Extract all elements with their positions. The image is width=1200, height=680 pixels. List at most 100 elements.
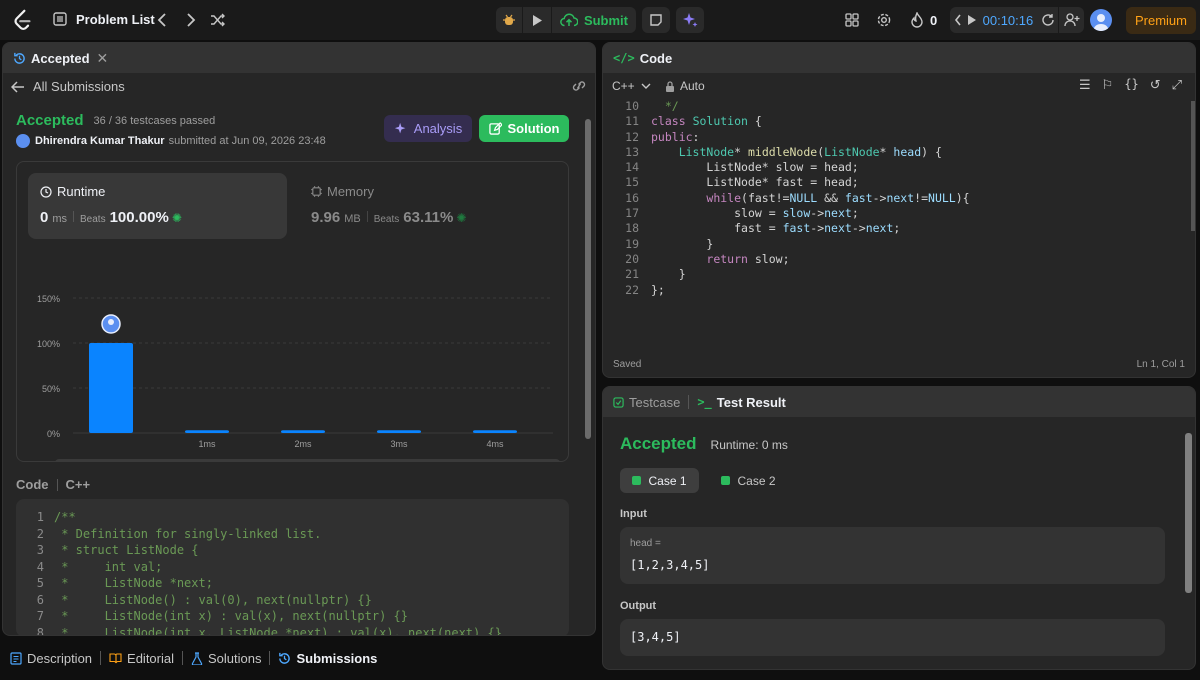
auto-mode-label: Auto <box>680 79 705 93</box>
code-line: 10 */ <box>625 99 679 113</box>
case-1-tab[interactable]: Case 1 <box>620 468 699 493</box>
memory-beats-label: Beats <box>373 214 400 225</box>
code-label: Code <box>16 477 49 492</box>
problem-list-link[interactable]: Problem List <box>52 11 155 27</box>
code-line: 15 ListNode* fast = head; <box>625 175 859 190</box>
tab-testcase[interactable]: Testcase <box>613 395 680 410</box>
timer-play-icon[interactable] <box>965 7 978 33</box>
streak-counter[interactable]: 0 <box>910 12 937 28</box>
runtime-beats-label: Beats <box>80 214 106 225</box>
settings-gear-icon[interactable] <box>876 12 892 28</box>
tab-testcase-label: Testcase <box>629 394 681 410</box>
code-line: 11 class Solution { <box>625 114 762 129</box>
runtime-card[interactable]: Runtime 0 ms Beats 100.00% ✺ <box>28 173 287 239</box>
input-label: Input <box>620 508 647 520</box>
memory-card[interactable]: Memory 9.96 MB Beats 63.11% ✺ <box>299 173 499 239</box>
lock-icon <box>666 80 674 92</box>
link-icon[interactable] <box>571 79 587 96</box>
code-line: 17 slow = slow->next; <box>625 206 859 221</box>
timer-reset-icon[interactable] <box>1037 7 1058 33</box>
code-line: 8 * ListNode(int x, ListNode *next) : va… <box>16 625 569 636</box>
x-tick-label: 4ms <box>486 439 504 449</box>
code-line: 4 * int val; <box>16 559 569 576</box>
code-text: * ListNode *next; <box>54 576 213 590</box>
case-2-tab[interactable]: Case 2 <box>709 468 788 493</box>
prev-problem-icon[interactable] <box>154 11 170 29</box>
tab-solutions[interactable]: Solutions <box>183 651 269 666</box>
clap-icon: ✺ <box>171 211 182 225</box>
avatar[interactable] <box>1090 9 1112 31</box>
submit-button[interactable]: Submit <box>552 13 636 28</box>
line-number: 8 <box>36 625 44 636</box>
memory-value: 9.96 <box>311 209 341 226</box>
code-line: 22}; <box>625 282 665 297</box>
maximize-icon[interactable]: ⤢ <box>1172 77 1182 93</box>
layout-icon[interactable] <box>844 12 860 28</box>
fire-icon <box>911 12 923 28</box>
shuffle-icon[interactable] <box>209 11 227 29</box>
language-select[interactable]: C++ <box>612 79 651 93</box>
braces-icon[interactable]: {} <box>1124 77 1138 93</box>
next-problem-icon[interactable] <box>183 11 199 29</box>
tab-submissions[interactable]: Submissions <box>270 651 385 666</box>
tab-test-result[interactable]: >_ Test Result <box>697 395 786 410</box>
code-text: * ListNode(int x) : val(x), next(nullptr… <box>54 609 409 623</box>
analysis-button[interactable]: Analysis <box>384 115 472 142</box>
editor-code[interactable]: 10 */ 11 class Solution { 12 public: 13 Li… <box>603 99 1183 298</box>
run-icon[interactable] <box>523 7 551 33</box>
solution-button[interactable]: Solution <box>479 115 569 142</box>
checkbox-icon <box>613 396 624 408</box>
tab-description[interactable]: Description <box>2 651 100 666</box>
chart-bar <box>281 430 325 433</box>
y-tick-label: 150% <box>37 294 60 304</box>
bookmark-icon[interactable]: ⚐ <box>1102 77 1114 93</box>
user-avatar[interactable] <box>16 134 30 148</box>
test-scrollbar[interactable] <box>1185 433 1192 593</box>
leetcode-logo[interactable] <box>12 9 34 31</box>
submission-tab-title[interactable]: Accepted <box>31 51 90 66</box>
code-text: * struct ListNode { <box>54 543 199 557</box>
timer-group: 00:10:16 <box>950 7 1084 33</box>
line-number: 3 <box>36 543 44 557</box>
y-tick-label: 0% <box>47 429 60 439</box>
premium-button[interactable]: Premium <box>1126 7 1196 34</box>
close-tab-icon[interactable]: ✕ <box>97 50 109 67</box>
solution-label: Solution <box>507 121 560 136</box>
left-scrollbar[interactable] <box>585 119 591 439</box>
code-line: 20 return slow; <box>625 251 790 266</box>
editor-toolbar: ☰ ⚐ {} ↺ ⤢ <box>1079 77 1182 93</box>
notes-button[interactable] <box>642 7 670 33</box>
ai-button[interactable] <box>676 7 704 33</box>
case-check-icon <box>721 476 731 485</box>
timer-collapse-icon[interactable] <box>950 7 965 33</box>
line-number: 1 <box>36 510 44 524</box>
format-icon[interactable]: ☰ <box>1079 77 1091 93</box>
document-icon <box>10 651 22 665</box>
editor-scrollbar[interactable] <box>1191 101 1195 231</box>
submission-tab-header: Accepted ✕ <box>3 43 595 73</box>
debug-icon[interactable] <box>496 7 522 33</box>
saved-status: Saved <box>613 359 642 370</box>
code-line: 18 fast = fast->next->next; <box>625 221 901 236</box>
user-name[interactable]: Dhirendra Kumar Thakur <box>35 135 165 147</box>
auto-mode[interactable]: Auto <box>665 79 705 93</box>
line-number: 6 <box>36 592 44 607</box>
problem-tabs: Description Editorial Solutions Submissi… <box>2 646 596 670</box>
runtime-value: 0 <box>40 209 49 226</box>
analysis-label: Analysis <box>413 121 463 136</box>
sparkle-icon <box>394 122 406 133</box>
reset-icon[interactable]: ↺ <box>1150 77 1161 93</box>
tab-submissions-label: Submissions <box>296 650 378 666</box>
terminal-icon: >_ <box>697 395 712 409</box>
y-tick-label: 50% <box>42 384 60 394</box>
timer-value: 00:10:16 <box>982 12 1034 28</box>
code-text: * ListNode() : val(0), next(nullptr) {} <box>54 592 372 607</box>
add-user-icon[interactable] <box>1059 7 1084 33</box>
code-line: 19 } <box>625 236 714 251</box>
language-value: C++ <box>612 79 635 93</box>
submission-panel: Accepted ✕ All Submissions Accepted 36 /… <box>2 42 596 636</box>
tab-editorial[interactable]: Editorial <box>101 651 182 666</box>
memory-unit: MB <box>344 213 361 225</box>
input-value: [1,2,3,4,5] <box>630 558 710 572</box>
all-submissions-link[interactable]: All Submissions <box>11 79 125 94</box>
